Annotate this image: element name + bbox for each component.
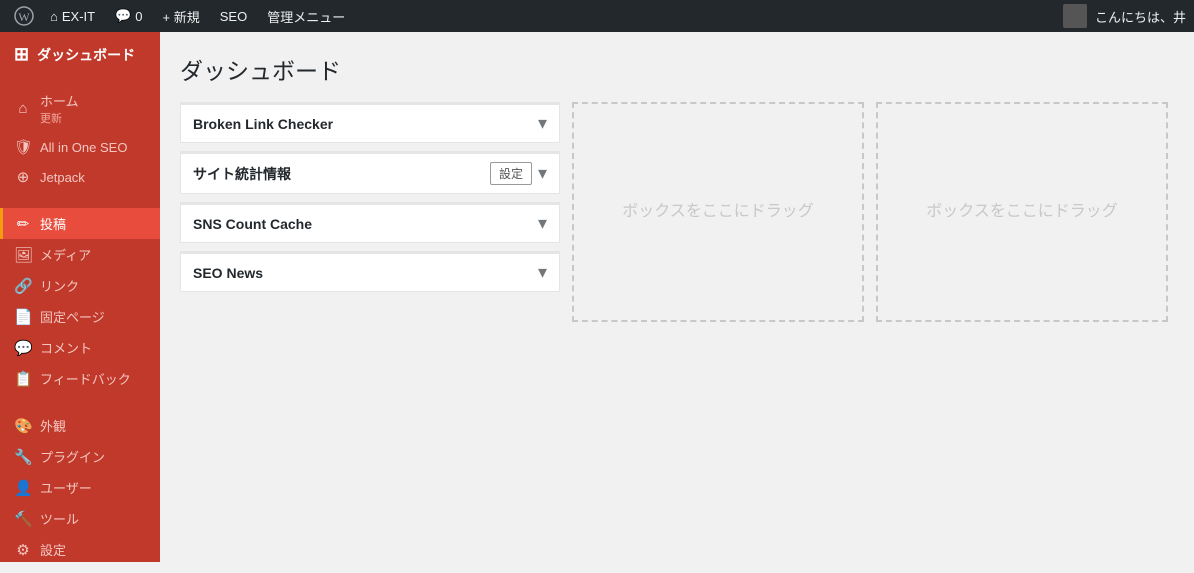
sidebar-item-tools[interactable]: 🔨 ツール (0, 503, 160, 534)
sidebar-group-content: ✏ 投稿 🖼 メディア 🔗 リンク 📄 固定ページ 💬 コメント 📋 フィ (0, 200, 160, 402)
tools-icon: 🔨 (14, 510, 32, 528)
sidebar-item-posts[interactable]: ✏ 投稿 (0, 208, 160, 239)
settings-icon: ⚙ (14, 541, 32, 559)
chevron-down-icon[interactable]: ▾ (538, 113, 547, 134)
user-icon: 👤 (14, 479, 32, 497)
sidebar-item-users[interactable]: 👤 ユーザー (0, 472, 160, 503)
sidebar: ⊞ ダッシュボード ⌂ ホーム更新 🛡 All in One SEO ⊕ Jet… (0, 32, 160, 562)
adminbar-seo[interactable]: SEO (210, 0, 257, 32)
widget-header-sns[interactable]: SNS Count Cache ▾ (181, 205, 559, 242)
widget-title-seonews: SEO News (193, 265, 263, 281)
sidebar-item-feedback[interactable]: 📋 フィードバック (0, 363, 160, 394)
widget-title-sns: SNS Count Cache (193, 216, 312, 232)
widget-sns-count-cache: SNS Count Cache ▾ (180, 202, 560, 243)
sidebar-group-home: ⌂ ホーム更新 🛡 All in One SEO ⊕ Jetpack (0, 77, 160, 200)
widget-broken-link-checker: Broken Link Checker ▾ (180, 102, 560, 143)
sidebar-item-home[interactable]: ⌂ ホーム更新 (0, 85, 160, 132)
chevron-down-icon-seonews[interactable]: ▾ (538, 262, 547, 283)
plugin-icon: 🔧 (14, 448, 32, 466)
home-icon: ⌂ (14, 100, 32, 117)
edit-icon: ✏ (14, 215, 32, 233)
comment-icon: 💬 (115, 8, 131, 24)
drop-zone-2[interactable]: ボックスをここにドラッグ (876, 102, 1168, 322)
widget-site-stats: サイト統計情報 設定 ▾ (180, 151, 560, 194)
sidebar-item-pages[interactable]: 📄 固定ページ (0, 301, 160, 332)
sidebar-group-admin: 🎨 外観 🔧 プラグイン 👤 ユーザー 🔨 ツール ⚙ 設定 (0, 402, 160, 573)
sidebar-item-appearance[interactable]: 🎨 外観 (0, 410, 160, 441)
sidebar-item-aioseo[interactable]: 🛡 All in One SEO (0, 132, 160, 162)
dashboard-icon: ⊞ (14, 44, 29, 65)
widget-column: Broken Link Checker ▾ サイト統計情報 設定 ▾ (180, 102, 560, 322)
adminbar-comments[interactable]: 💬 0 (105, 0, 152, 32)
link-icon: 🔗 (14, 277, 32, 295)
chevron-down-icon-sns[interactable]: ▾ (538, 213, 547, 234)
user-avatar (1063, 4, 1087, 28)
drop-zone-area: ボックスをここにドラッグ ボックスをここにドラッグ (572, 102, 1174, 322)
metabox-area: Broken Link Checker ▾ サイト統計情報 設定 ▾ (180, 102, 1174, 322)
sidebar-item-media[interactable]: 🖼 メディア (0, 239, 160, 270)
widget-header-sitestats[interactable]: サイト統計情報 設定 ▾ (181, 154, 559, 193)
widget-header-right-sitestats: 設定 ▾ (490, 162, 547, 185)
comment-icon: 💬 (14, 339, 32, 357)
shield-icon: 🛡 (14, 138, 32, 156)
svg-text:W: W (18, 10, 30, 24)
sidebar-item-plugins[interactable]: 🔧 プラグイン (0, 441, 160, 472)
media-icon: 🖼 (14, 246, 32, 264)
page-title: ダッシュボード (180, 52, 1174, 86)
sidebar-item-comments[interactable]: 💬 コメント (0, 332, 160, 363)
sidebar-item-settings[interactable]: ⚙ 設定 (0, 534, 160, 565)
jetpack-icon: ⊕ (14, 168, 32, 186)
home-icon: ⌂ (50, 9, 58, 24)
widget-title-sitestats: サイト統計情報 (193, 164, 291, 184)
sidebar-item-jetpack[interactable]: ⊕ Jetpack (0, 162, 160, 192)
adminbar-new[interactable]: + 新規 (153, 0, 210, 32)
sidebar-header[interactable]: ⊞ ダッシュボード (0, 32, 160, 77)
widget-header-seonews[interactable]: SEO News ▾ (181, 254, 559, 291)
appearance-icon: 🎨 (14, 417, 32, 435)
widget-seo-news: SEO News ▾ (180, 251, 560, 292)
drop-zone-1[interactable]: ボックスをここにドラッグ (572, 102, 864, 322)
widget-header-blc[interactable]: Broken Link Checker ▾ (181, 105, 559, 142)
chevron-down-icon-sitestats[interactable]: ▾ (538, 163, 547, 184)
greeting-text: こんにちは、井 (1095, 7, 1186, 26)
main-content: ダッシュボード Broken Link Checker ▾ サイト統計情報 (160, 32, 1194, 562)
adminbar-site-name[interactable]: ⌂ EX-IT (40, 0, 105, 32)
feedback-icon: 📋 (14, 370, 32, 388)
widget-title-blc: Broken Link Checker (193, 116, 333, 132)
widget-settings-button[interactable]: 設定 (490, 162, 532, 185)
page-icon: 📄 (14, 308, 32, 326)
adminbar-admin-menu[interactable]: 管理メニュー (257, 0, 355, 32)
sidebar-item-links[interactable]: 🔗 リンク (0, 270, 160, 301)
admin-bar: W ⌂ EX-IT 💬 0 + 新規 SEO 管理メニュー こんにちは、井 (0, 0, 1194, 32)
wp-logo[interactable]: W (8, 0, 40, 32)
